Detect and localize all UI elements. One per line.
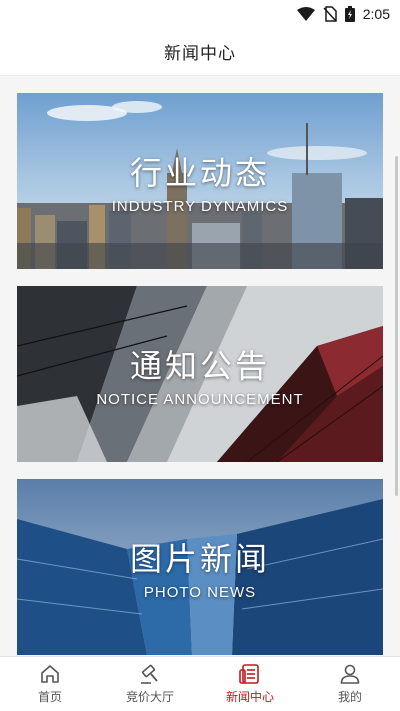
app-header: 新闻中心 [0,28,400,76]
card-title-cn: 图片新闻 [129,539,270,578]
tab-label: 新闻中心 [225,690,274,704]
card-title-en: PHOTO NEWS [143,583,257,601]
wifi-icon [296,7,315,21]
no-sim-icon [323,6,337,22]
news-icon [239,664,259,684]
card-photo-news[interactable]: 图片新闻 PHOTO NEWS [17,479,383,655]
tab-label: 首页 [37,690,62,704]
scrollbar[interactable] [395,156,398,496]
bottom-tab-bar: 首页 竞价大厅 新闻中心 我的 [0,656,400,711]
card-industry-dynamics[interactable]: 行业动态 INDUSTRY DYNAMICS [17,93,383,269]
status-bar: 2:05 [0,0,400,28]
tab-label: 我的 [337,690,362,704]
status-time: 2:05 [362,6,390,22]
card-title-cn: 通知公告 [129,346,270,385]
battery-icon [344,6,355,22]
card-title-cn: 行业动态 [129,153,270,192]
tab-news-center[interactable]: 新闻中心 [200,657,300,711]
card-title-en: INDUSTRY DYNAMICS [111,197,289,215]
tab-bidding-hall[interactable]: 竞价大厅 [100,657,200,711]
card-title-en: NOTICE ANNOUNCEMENT [96,390,304,408]
card-notice-announcement[interactable]: 通知公告 NOTICE ANNOUNCEMENT [17,286,383,462]
gavel-icon [141,664,158,684]
page-title: 新闻中心 [164,44,236,64]
tab-mine[interactable]: 我的 [300,657,400,711]
tab-label: 竞价大厅 [125,690,174,704]
news-category-list[interactable]: 行业动态 INDUSTRY DYNAMICS 通知公告 NOTICE ANNOU… [0,76,400,656]
tab-home[interactable]: 首页 [0,657,100,711]
home-icon [41,665,59,683]
user-icon [340,664,360,684]
